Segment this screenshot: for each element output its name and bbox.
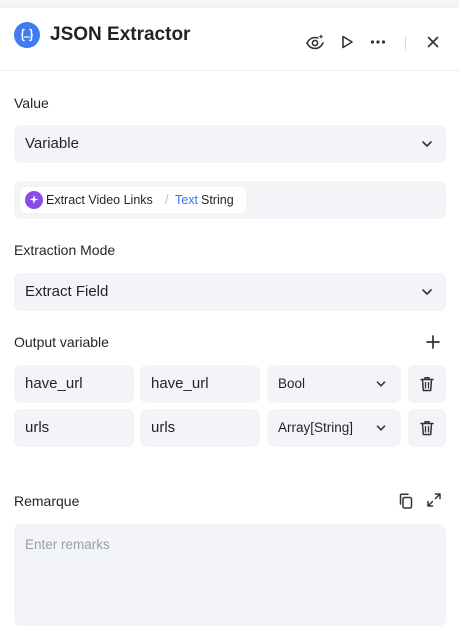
variable-type: String <box>201 193 234 207</box>
extraction-mode-select[interactable]: Extract Field <box>14 273 446 311</box>
output-type-select[interactable]: Array[String] <box>267 409 401 447</box>
output-key-text: urls <box>25 419 50 436</box>
chevron-down-icon <box>422 141 432 147</box>
output-type-text: Array[String] <box>278 420 354 435</box>
output-value-text: have_url <box>151 375 209 392</box>
output-key-field[interactable]: have_url <box>14 365 134 403</box>
extraction-mode-text: Extract Field <box>25 283 109 300</box>
variable-chip[interactable]: Extract Video Links / Text String <box>20 187 246 213</box>
json-braces-icon <box>14 22 40 48</box>
variable-separator: / <box>165 193 169 207</box>
close-button[interactable] <box>421 30 445 54</box>
node-sparkle-icon <box>25 191 43 209</box>
close-icon <box>427 36 439 48</box>
delete-output-button[interactable] <box>408 409 446 447</box>
variable-reference-field[interactable]: Extract Video Links / Text String <box>14 181 446 219</box>
chevron-down-icon <box>376 425 386 431</box>
value-label: Value <box>14 95 49 111</box>
delete-output-button[interactable] <box>408 365 446 403</box>
output-value-text: urls <box>151 419 176 436</box>
header-divider <box>405 36 406 50</box>
trash-icon <box>420 377 434 392</box>
remarks-label: Remarque <box>14 493 80 509</box>
output-value-field[interactable]: urls <box>140 409 260 447</box>
trash-icon <box>420 421 434 436</box>
output-type-select[interactable]: Bool <box>267 365 401 403</box>
value-select-text: Variable <box>25 135 79 152</box>
variable-node-name: Extract Video Links <box>46 193 153 207</box>
add-output-icon[interactable] <box>425 334 441 350</box>
value-select[interactable]: Variable <box>14 125 446 163</box>
more-icon <box>370 40 386 44</box>
chevron-down-icon <box>376 381 386 387</box>
more-button[interactable] <box>366 30 390 54</box>
preview-button[interactable] <box>303 30 327 54</box>
extraction-mode-label: Extraction Mode <box>14 242 116 258</box>
chevron-down-icon <box>422 289 432 295</box>
page-title: JSON Extractor <box>50 24 191 45</box>
variable-name: Text <box>175 193 198 207</box>
panel-header: JSON Extractor <box>0 8 459 71</box>
output-value-field[interactable]: have_url <box>140 365 260 403</box>
output-key-text: have_url <box>25 375 83 392</box>
output-variable-label: Output variable <box>14 334 109 350</box>
output-key-field[interactable]: urls <box>14 409 134 447</box>
top-strip <box>0 0 459 8</box>
eye-sparkle-icon <box>306 34 324 50</box>
play-icon <box>342 35 353 49</box>
expand-icon[interactable] <box>425 491 443 509</box>
remarks-textarea[interactable] <box>14 524 446 626</box>
output-type-text: Bool <box>278 376 306 391</box>
run-button[interactable] <box>335 30 359 54</box>
copy-icon[interactable] <box>397 492 415 510</box>
